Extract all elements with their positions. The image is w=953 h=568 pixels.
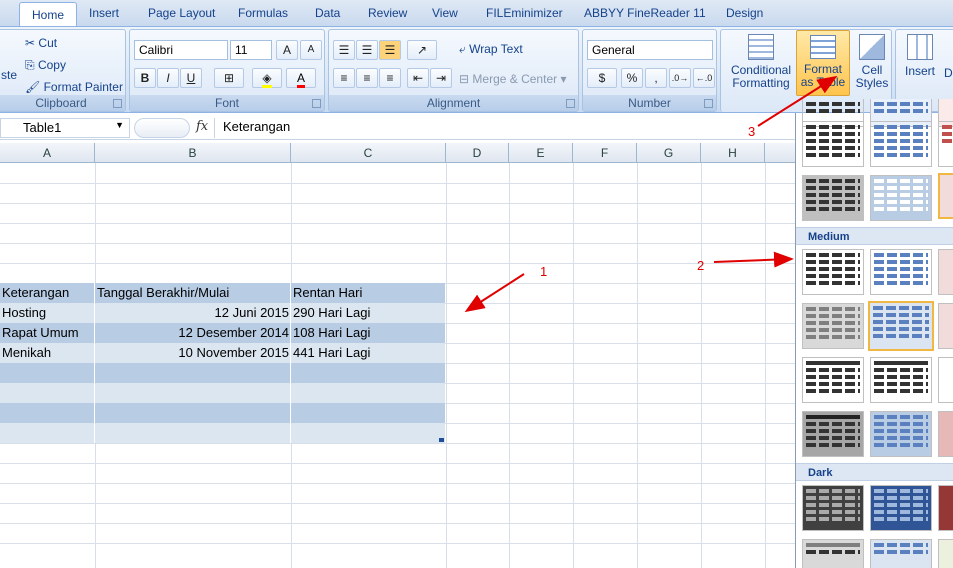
table-style-option[interactable]: [802, 357, 864, 403]
gallery-section-dark: Dark: [796, 463, 953, 481]
table-style-option[interactable]: [802, 303, 864, 349]
table-style-option[interactable]: [802, 249, 864, 295]
annotation-label-3: 3: [748, 124, 756, 139]
table-style-gallery: Medium Dark: [795, 99, 953, 568]
table-style-option[interactable]: [938, 485, 953, 531]
table-style-option[interactable]: [802, 539, 864, 568]
table-style-option[interactable]: [938, 539, 953, 568]
gallery-section-medium: Medium: [796, 227, 953, 245]
table-style-option[interactable]: [938, 249, 953, 295]
table-style-option[interactable]: [802, 175, 864, 221]
table-style-option[interactable]: [938, 303, 953, 349]
annotation-arrow-1: [464, 273, 525, 313]
table-style-option[interactable]: [870, 539, 932, 568]
table-style-option[interactable]: [938, 173, 953, 219]
annotation-label-2: 2: [697, 258, 705, 273]
annotation-arrow-2: [713, 251, 794, 268]
table-style-option[interactable]: [802, 411, 864, 457]
table-style-option[interactable]: [802, 485, 864, 531]
annotation-label-1: 1: [540, 264, 548, 279]
table-style-option[interactable]: [870, 121, 932, 167]
table-style-option-selected[interactable]: [868, 301, 934, 351]
table-style-option[interactable]: [938, 357, 953, 403]
table-style-option[interactable]: [870, 175, 932, 221]
table-style-option[interactable]: [938, 121, 953, 167]
table-style-option[interactable]: [870, 411, 932, 457]
table-style-option[interactable]: [870, 357, 932, 403]
table-style-option[interactable]: [938, 411, 953, 457]
table-style-option[interactable]: [870, 249, 932, 295]
table-style-option[interactable]: [802, 121, 864, 167]
table-style-option[interactable]: [870, 485, 932, 531]
